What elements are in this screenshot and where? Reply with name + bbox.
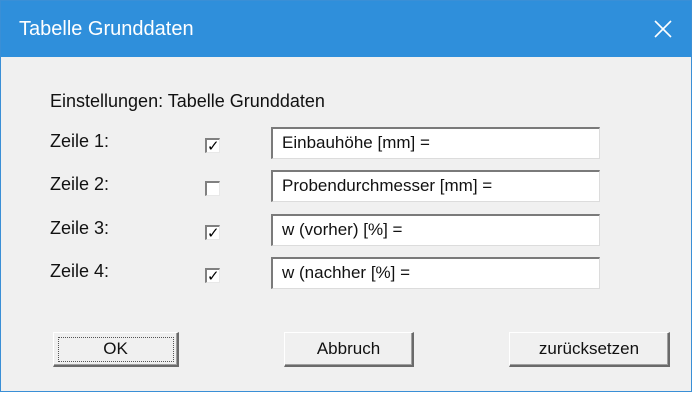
row-3-text-field[interactable]: w (vorher) [%] = (271, 214, 600, 246)
checkmark-icon: ✓ (207, 268, 220, 285)
settings-heading: Einstellungen: Tabelle Grunddaten (50, 91, 325, 111)
row-2-text-field[interactable]: Probendurchmesser [mm] = (271, 170, 600, 202)
row-2-checkbox[interactable] (205, 181, 220, 196)
dialog-content: Einstellungen: Tabelle Grunddaten Zeile … (1, 57, 691, 391)
close-button[interactable] (635, 1, 691, 57)
close-icon (654, 20, 672, 38)
checkmark-icon: ✓ (207, 138, 220, 155)
row-1-checkbox[interactable]: ✓ (205, 138, 220, 155)
row-3-label: Zeile 3: (50, 218, 110, 238)
dialog-window: Tabelle Grunddaten Einstellungen: Tabell… (0, 0, 692, 392)
window-title: Tabelle Grunddaten (19, 18, 194, 40)
row-4-checkbox[interactable]: ✓ (205, 268, 220, 285)
row-1-label: Zeile 1: (50, 131, 110, 151)
ok-button[interactable]: OK (53, 332, 179, 367)
row-4-text-field[interactable]: w (nachher [%] = (271, 257, 600, 289)
row-1-text-field[interactable]: Einbauhöhe [mm] = (271, 127, 600, 159)
reset-button[interactable]: zurücksetzen (509, 332, 670, 367)
row-4-label: Zeile 4: (50, 261, 110, 281)
title-bar[interactable]: Tabelle Grunddaten (1, 1, 691, 57)
row-2-label: Zeile 2: (50, 174, 110, 194)
row-3-checkbox[interactable]: ✓ (205, 225, 220, 242)
checkmark-icon: ✓ (207, 225, 220, 242)
cancel-button[interactable]: Abbruch (284, 332, 414, 367)
